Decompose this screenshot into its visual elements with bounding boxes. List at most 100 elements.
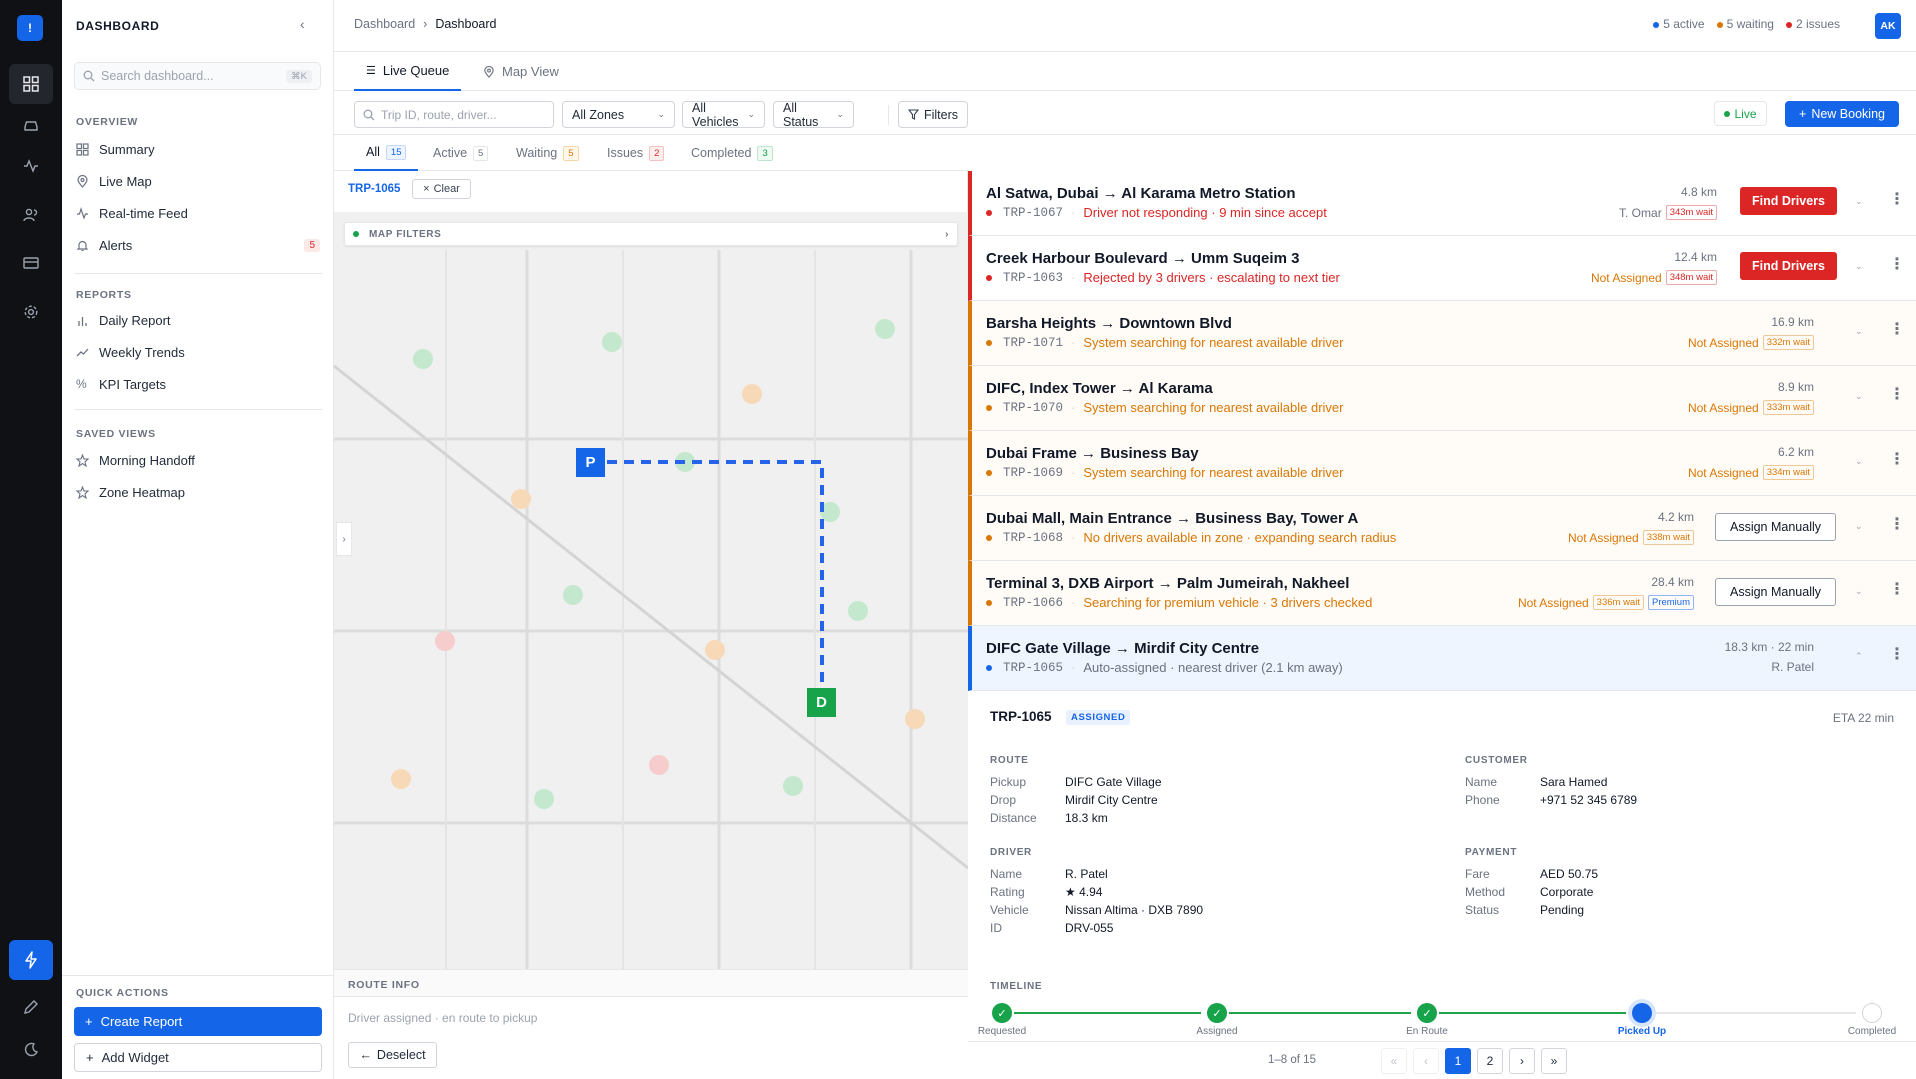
timeline-connector	[1654, 1012, 1856, 1014]
chevron-down-icon[interactable]: ⌄	[1855, 261, 1863, 272]
live-indicator[interactable]: Live	[1714, 101, 1767, 126]
plus-icon: +	[1799, 107, 1807, 121]
rail-activity-icon[interactable]	[9, 146, 53, 186]
more-icon[interactable]: ⋮	[1889, 254, 1905, 274]
find-drivers-button[interactable]: Find Drivers	[1740, 187, 1837, 215]
more-icon[interactable]: ⋮	[1889, 189, 1905, 209]
rail-settings-icon[interactable]	[9, 292, 53, 332]
trip-row[interactable]: Terminal 3, DXB Airport → Palm Jumeirah,…	[968, 561, 1916, 626]
sidebar-item-daily-report[interactable]: Daily Report	[76, 307, 320, 333]
trip-assignee: Not Assigned	[1517, 595, 1589, 610]
tab-count: 3	[757, 145, 773, 161]
new-booking-button[interactable]: + New Booking	[1785, 101, 1899, 127]
map-driver-dot	[563, 585, 583, 605]
more-icon[interactable]: ⋮	[1889, 579, 1905, 599]
trip-row[interactable]: Dubai Frame → Business Bay TRP-1069 · Syste…	[968, 431, 1916, 496]
tab-waiting[interactable]: Waiting 5	[504, 135, 591, 171]
clear-selection-button[interactable]: × Clear	[412, 179, 471, 199]
more-icon[interactable]: ⋮	[1889, 384, 1905, 404]
pickup-marker-label[interactable]: P	[576, 448, 605, 477]
chevron-down-icon[interactable]: ⌄	[1855, 196, 1863, 207]
chevron-down-icon[interactable]: ⌄	[1855, 586, 1863, 597]
separator: ·	[1071, 205, 1076, 220]
status-select[interactable]: All Status ⌄	[773, 101, 854, 129]
chevron-down-icon[interactable]: ⌄	[1855, 456, 1863, 467]
create-report-button[interactable]: + Create Report	[74, 1007, 322, 1036]
prev-page-button[interactable]: ‹	[1413, 1048, 1439, 1074]
sidebar-item-weekly-trends[interactable]: Weekly Trends	[76, 339, 320, 365]
more-icon[interactable]: ⋮	[1889, 319, 1905, 339]
vehicles-select[interactable]: All Vehicles ⌄	[682, 101, 765, 129]
trip-row[interactable]: Creek Harbour Boulevard → Umm Suqeim 3 TR…	[968, 236, 1916, 301]
last-page-button[interactable]: »	[1541, 1048, 1567, 1074]
status-dot-icon	[986, 599, 992, 606]
filters-button[interactable]: Filters	[898, 101, 968, 128]
tab-active[interactable]: Active 5	[421, 135, 500, 171]
chevron-down-icon[interactable]: ⌄	[1855, 391, 1863, 402]
add-widget-button[interactable]: + Add Widget	[74, 1043, 322, 1072]
breadcrumb-root[interactable]: Dashboard	[354, 17, 415, 31]
trip-row[interactable]: DIFC, Index Tower → Al Karama TRP-1070 · Sy…	[968, 366, 1916, 431]
first-page-button[interactable]: «	[1381, 1048, 1407, 1074]
tab-all[interactable]: All 15	[354, 135, 419, 171]
avatar[interactable]: AK	[1875, 13, 1901, 39]
map-driver-dot	[413, 349, 433, 369]
chevron-down-icon[interactable]: ⌄	[1855, 326, 1863, 337]
zones-select[interactable]: All Zones ⌄	[562, 101, 675, 128]
page-1-button[interactable]: 1	[1445, 1048, 1471, 1074]
trip-row[interactable]: Al Satwa, Dubai → Al Karama Metro Statio…	[968, 171, 1916, 236]
sidebar-item-morning-handoff[interactable]: Morning Handoff	[76, 447, 320, 473]
assign-manually-button[interactable]: Assign Manually	[1715, 513, 1836, 541]
separator: ·	[1071, 660, 1076, 675]
map-canvas[interactable]: P D MAP FILTERS › ›	[334, 212, 968, 969]
next-page-button[interactable]: ›	[1509, 1048, 1535, 1074]
rail-dashboard-icon[interactable]	[9, 64, 53, 104]
collapse-icon[interactable]: ‹	[300, 16, 305, 32]
detail-customer-phone[interactable]: Phone +971 52 345 6789	[1465, 793, 1637, 807]
rail-moon-icon[interactable]	[9, 1030, 53, 1070]
deselect-button[interactable]: ← Deselect	[348, 1042, 437, 1068]
tab-map-view[interactable]: Map View	[471, 52, 571, 91]
sidebar-item-alerts[interactable]: Alerts 5	[76, 232, 320, 258]
selected-trip-chip[interactable]: TRP-1065	[348, 183, 400, 195]
tab-issues[interactable]: Issues 2	[595, 135, 676, 171]
timeline-step-label: Assigned	[1196, 1026, 1238, 1037]
assign-manually-button[interactable]: Assign Manually	[1715, 578, 1836, 606]
sidebar-item-live-map[interactable]: Live Map	[76, 168, 320, 194]
sidebar-item-kpi-targets[interactable]: % KPI Targets	[76, 371, 320, 397]
tab-count: 5	[473, 145, 489, 161]
sidebar-search-input[interactable]: Search dashboard... ⌘K	[74, 62, 321, 90]
icon-rail: !	[0, 0, 62, 1079]
page-2-button[interactable]: 2	[1477, 1048, 1503, 1074]
more-icon[interactable]: ⋮	[1889, 449, 1905, 469]
tab-live-queue[interactable]: ☰ Live Queue	[354, 52, 462, 91]
more-icon[interactable]: ⋮	[1889, 644, 1905, 664]
map-filters-bar[interactable]: MAP FILTERS ›	[344, 222, 958, 246]
drop-marker-label[interactable]: D	[807, 688, 836, 717]
trip-id: TRP-1065	[1003, 660, 1064, 675]
trip-row[interactable]: Dubai Mall, Main Entrance → Business Bay…	[968, 496, 1916, 561]
rail-card-icon[interactable]	[9, 243, 53, 283]
map-driver-dot	[742, 384, 762, 404]
trip-row[interactable]: DIFC Gate Village → Mirdif City Centre TR…	[968, 626, 1916, 691]
app-logo[interactable]: !	[17, 15, 43, 41]
map-expand-toggle[interactable]: ›	[336, 522, 352, 556]
trip-row[interactable]: Barsha Heights → Downtown Blvd TRP-1071 · S…	[968, 301, 1916, 366]
chevron-up-icon[interactable]: ⌃	[1855, 651, 1863, 662]
separator: ·	[1071, 530, 1076, 545]
tab-completed[interactable]: Completed 3	[679, 135, 785, 171]
trip-status-note: System searching for nearest available d…	[1083, 335, 1344, 350]
rail-bolt-icon[interactable]	[9, 940, 53, 980]
detail-driver-name: Name R. Patel	[990, 867, 1108, 881]
rail-users-icon[interactable]	[9, 195, 53, 235]
sidebar-item-summary[interactable]: Summary	[76, 136, 320, 162]
wait-badge: 334m wait	[1762, 465, 1814, 480]
chevron-down-icon[interactable]: ⌄	[1855, 521, 1863, 532]
rail-car-icon[interactable]	[9, 105, 53, 145]
more-icon[interactable]: ⋮	[1889, 514, 1905, 534]
trip-search-input[interactable]: Trip ID, route, driver...	[354, 101, 554, 128]
find-drivers-button[interactable]: Find Drivers	[1740, 252, 1837, 280]
sidebar-item-zone-heatmap[interactable]: Zone Heatmap	[76, 479, 320, 505]
rail-edit-icon[interactable]	[9, 987, 53, 1027]
sidebar-item-realtime-feed[interactable]: Real-time Feed	[76, 200, 320, 226]
